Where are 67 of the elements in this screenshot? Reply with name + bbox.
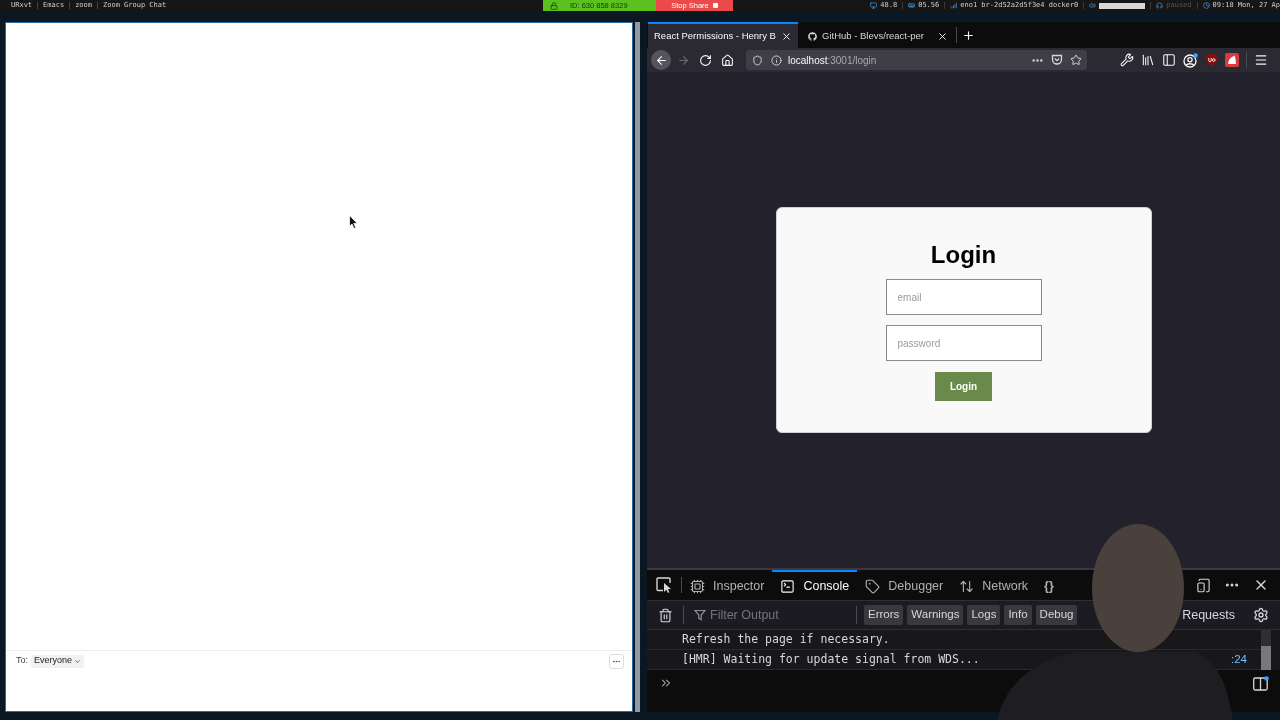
url-text: localhost:3001/login (788, 53, 877, 68)
console-message: Refresh the page if necessary. (682, 630, 890, 648)
input-field[interactable]: password (885, 325, 1042, 361)
reload-icon (698, 53, 712, 67)
devtools-tab[interactable]: Debugger (857, 570, 952, 600)
to-label: To: (16, 654, 28, 668)
pocket-icon[interactable] (1051, 54, 1063, 66)
wrench-icon[interactable] (1120, 53, 1134, 67)
monitor-icon (870, 2, 878, 9)
close-icon[interactable] (937, 30, 948, 42)
chip-icon (690, 578, 705, 594)
cursor-in-box-icon[interactable] (656, 577, 673, 593)
filter-toggle[interactable]: Requests (1180, 605, 1237, 625)
back-button[interactable] (651, 50, 671, 70)
filter-input[interactable]: Filter Output (710, 605, 846, 625)
tag-icon (865, 578, 881, 594)
input-field[interactable]: email (885, 279, 1042, 315)
mouse-pointer-icon (349, 215, 358, 229)
devtools-tab[interactable]: Inspector (682, 570, 773, 600)
filter-toggle[interactable]: Logs (967, 605, 1001, 625)
new-tab-icon[interactable] (962, 28, 975, 42)
shield-icon (752, 54, 763, 66)
stop-square-icon (712, 3, 718, 8)
tab-title: GitHub - Blevs/react-per (822, 28, 925, 43)
filter-toggle[interactable]: Errors (864, 605, 904, 625)
back-arrow-icon (654, 53, 668, 67)
lock-icon (550, 1, 558, 10)
shield-extension-icon[interactable] (1205, 53, 1218, 67)
login-button[interactable]: Login (935, 372, 992, 401)
recipient-dropdown[interactable]: Everyone (31, 654, 85, 668)
browser-tab[interactable]: GitHub - Blevs/react-per (802, 22, 954, 48)
login-heading: Login (930, 242, 997, 268)
filter-toggle[interactable]: Info (1004, 605, 1032, 625)
trash-icon[interactable] (658, 607, 673, 623)
double-chevron-icon (659, 676, 673, 690)
account-icon[interactable] (1183, 52, 1198, 68)
signal-icon (950, 2, 958, 9)
menu-icon[interactable] (1254, 53, 1268, 67)
source-link[interactable]: :24 (1231, 650, 1247, 669)
tab-title: React Permissions - Henry B (654, 28, 776, 43)
library-icon[interactable] (1141, 53, 1155, 67)
funnel-icon (694, 609, 706, 621)
close-icon[interactable] (781, 30, 792, 42)
browser-tab[interactable]: React Permissions - Henry B (648, 22, 798, 48)
settings-icon[interactable] (1253, 607, 1269, 623)
clock-icon (1202, 2, 1210, 9)
forward-arrow-icon (676, 53, 690, 67)
terminal-icon (780, 578, 796, 594)
console-message: [HMR] Waiting for update signal from WDS... (682, 650, 980, 668)
filter-toggle[interactable]: Debug (1035, 605, 1078, 625)
star-icon[interactable] (1070, 54, 1082, 66)
memory-icon (908, 2, 916, 9)
address-bar[interactable]: localhost:3001/login (746, 50, 1087, 70)
chevron-down-icon (74, 657, 82, 665)
devtools-tab[interactable]: Network (951, 570, 1037, 600)
devtools-tab[interactable]: {} (1036, 570, 1062, 600)
home-icon (720, 53, 734, 67)
info-icon (771, 54, 782, 66)
speaker-icon (1089, 2, 1097, 9)
filter-toggle[interactable]: Warnings (907, 605, 964, 625)
scrollbar-thumb[interactable] (1261, 646, 1271, 670)
extension-icon[interactable] (1225, 53, 1239, 67)
sidebar-icon[interactable] (1162, 53, 1176, 67)
devices-icon[interactable] (1196, 577, 1211, 593)
up-down-arrows-icon (959, 578, 975, 594)
split-panel-icon[interactable] (1253, 676, 1269, 691)
headphones-icon (1156, 2, 1164, 9)
